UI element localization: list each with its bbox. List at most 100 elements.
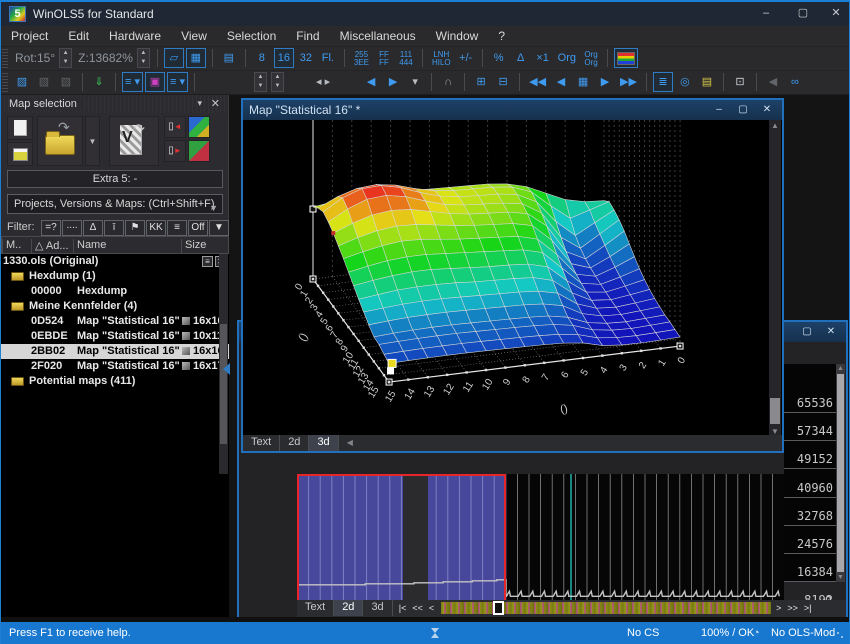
hexdump-chart-area[interactable]: [297, 474, 784, 605]
nav-<<-button[interactable]: <<: [409, 600, 426, 616]
map-tab-3d[interactable]: 3d: [309, 435, 338, 451]
filter-flag-button[interactable]: ⚑: [125, 220, 145, 236]
tree-row-2BB02[interactable]: 2BB02Map "Statistical 16"16x16: [1, 344, 229, 359]
map-minimize-button[interactable]: –: [708, 102, 730, 118]
width-16-icon[interactable]: 16: [274, 48, 294, 68]
rainbow-colors-icon[interactable]: [614, 48, 638, 68]
scroll-up-icon[interactable]: ▲: [769, 120, 781, 132]
open-dropdown-button[interactable]: ▼: [85, 116, 100, 166]
go-first-icon[interactable]: ◀◀: [526, 72, 549, 92]
binoculars-100-icon[interactable]: ∞: [785, 72, 805, 92]
open-project-button[interactable]: ↷: [37, 116, 83, 166]
tree-row-00000[interactable]: 00000Hexdump: [1, 284, 229, 299]
project-list-icon[interactable]: ≡: [202, 256, 213, 267]
column-ad[interactable]: △ Ad...: [31, 239, 73, 253]
resize-grip[interactable]: [836, 631, 846, 641]
map-tab-text[interactable]: Text: [243, 435, 280, 451]
value-spinner-b[interactable]: ▲▼: [271, 72, 284, 92]
map-vertical-scrollbar[interactable]: ▲ ▼: [769, 120, 781, 438]
delta-icon[interactable]: Δ: [511, 48, 531, 68]
hexdump-minimap[interactable]: [441, 602, 771, 614]
map-tab-2d[interactable]: 2d: [280, 435, 309, 451]
view-decimal-icon[interactable]: 111 444: [396, 48, 416, 68]
tree-row-hexdump--1-[interactable]: Hexdump (1): [1, 269, 229, 284]
windows-cascade-icon[interactable]: ⊞: [471, 72, 491, 92]
column-name[interactable]: Name: [73, 239, 181, 253]
tree-row-meine-kennfelder--4-[interactable]: Meine Kennfelder (4): [1, 299, 229, 314]
minimap-cursor[interactable]: [493, 601, 504, 615]
tab-scroll-arrow[interactable]: ◀: [339, 435, 353, 451]
hexdump-scroll-thumb[interactable]: [837, 374, 844, 572]
map-maximize-button[interactable]: ▢: [732, 102, 754, 118]
tree-row-1330-ols--original-[interactable]: 1330.ols (Original)≡✕: [1, 254, 229, 269]
width-32-icon[interactable]: 32: [296, 48, 316, 68]
filter-values-button[interactable]: ∙∙∙∙: [62, 220, 82, 236]
hex-grid-icon[interactable]: ▤: [219, 48, 239, 68]
go-next-icon[interactable]: ▶: [595, 72, 615, 92]
map-3d-view-icon[interactable]: ▦: [186, 48, 206, 68]
panel-collapse-icon[interactable]: ▾: [197, 98, 202, 109]
panel-close-icon[interactable]: ✕: [211, 97, 220, 110]
map-edit-icon[interactable]: ▨: [12, 72, 32, 92]
org-icon[interactable]: Org: [555, 48, 579, 68]
menu-find[interactable]: Find: [286, 26, 329, 46]
window-close-button[interactable]: ✕: [823, 5, 849, 22]
preview-zoom-icon[interactable]: ◎: [675, 72, 695, 92]
menu-view[interactable]: View: [171, 26, 217, 46]
magic-hat-icon[interactable]: ∩: [438, 72, 458, 92]
save-import-icon[interactable]: ⇓: [89, 72, 109, 92]
nav-<-button[interactable]: <: [426, 600, 437, 616]
scope-dropdown[interactable]: Projects, Versions & Maps: (Ctrl+Shift+F…: [7, 194, 223, 214]
percent-icon[interactable]: %: [489, 48, 509, 68]
filter-rows-button[interactable]: ≡: [167, 220, 187, 236]
width-8-icon[interactable]: 8: [252, 48, 272, 68]
save-project-button[interactable]: [7, 142, 33, 166]
nav-back-icon[interactable]: ◀: [361, 72, 381, 92]
stamp-forward-icon[interactable]: ▧: [56, 72, 76, 92]
tree-row-0D524[interactable]: 0D524Map "Statistical 16"16x16: [1, 314, 229, 329]
tree-row-potential-maps--411-[interactable]: Potential maps (411): [1, 374, 229, 389]
surface-3d-plot[interactable]: 0123456789101112131415151413121110987654…: [243, 120, 770, 438]
panel-header[interactable]: Map selection ▾ ✕: [1, 95, 228, 113]
zoom-spinner[interactable]: ▲▼: [137, 48, 150, 68]
stamp-back-icon[interactable]: ▧: [34, 72, 54, 92]
menu-hardware[interactable]: Hardware: [99, 26, 171, 46]
value-spinner-a[interactable]: ▲▼: [254, 72, 267, 92]
view-hex-icon[interactable]: 255 3EE: [351, 48, 372, 68]
nav-right-button[interactable]: >>: [784, 600, 801, 616]
filter-equals-button[interactable]: =?: [41, 220, 61, 236]
tree-view-icon[interactable]: ≣: [653, 72, 673, 92]
hexdump-close-button[interactable]: ✕: [820, 324, 842, 340]
map-wizard-button[interactable]: [188, 116, 210, 138]
map-window-titlebar[interactable]: Map "Statistical 16" * – ▢ ✕: [243, 100, 782, 120]
menu-selection[interactable]: Selection: [217, 26, 286, 46]
menu-[interactable]: ?: [488, 26, 515, 46]
x-axis-list-icon[interactable]: ≡ ▾: [122, 72, 143, 92]
map-scroll-thumb[interactable]: [770, 398, 780, 424]
nav-|<-button[interactable]: |<: [396, 600, 410, 616]
rotation-spinner[interactable]: ▲▼: [59, 48, 72, 68]
hexdump-tab-text[interactable]: Text: [297, 600, 334, 616]
nav-right-button[interactable]: >: [773, 600, 784, 616]
import-map-button[interactable]: ▯◄: [164, 116, 186, 138]
hilo-icon[interactable]: LNH HILO: [429, 48, 454, 68]
map-close-button[interactable]: ✕: [756, 102, 778, 118]
open-folder-small-icon[interactable]: ▤: [697, 72, 717, 92]
tree-row-2F020[interactable]: 2F020Map "Statistical 16"16x17: [1, 359, 229, 374]
org-compare-icon[interactable]: Org Org: [581, 48, 601, 68]
scroll-up-icon[interactable]: ▲: [836, 364, 845, 373]
scope-dropdown-arrow[interactable]: ▼: [209, 199, 218, 217]
hexdump-tab-2d[interactable]: 2d: [334, 600, 363, 616]
filter-info-button[interactable]: ī: [104, 220, 124, 236]
maps-3d-button[interactable]: [188, 140, 210, 162]
filter-delta-button[interactable]: Δ: [83, 220, 103, 236]
filter-off-button[interactable]: Off: [188, 220, 208, 236]
column-size[interactable]: Size: [181, 239, 230, 253]
go-previous-icon[interactable]: ◀: [551, 72, 571, 92]
pair-arrows-icon[interactable]: ◂ ▸: [313, 72, 333, 92]
menu-project[interactable]: Project: [1, 26, 58, 46]
window-minimize-button[interactable]: –: [753, 5, 779, 22]
extra5-bar[interactable]: Extra 5: -: [7, 170, 223, 188]
factor-icon[interactable]: ×1: [533, 48, 553, 68]
splitter-collapse-arrow[interactable]: [223, 363, 230, 375]
